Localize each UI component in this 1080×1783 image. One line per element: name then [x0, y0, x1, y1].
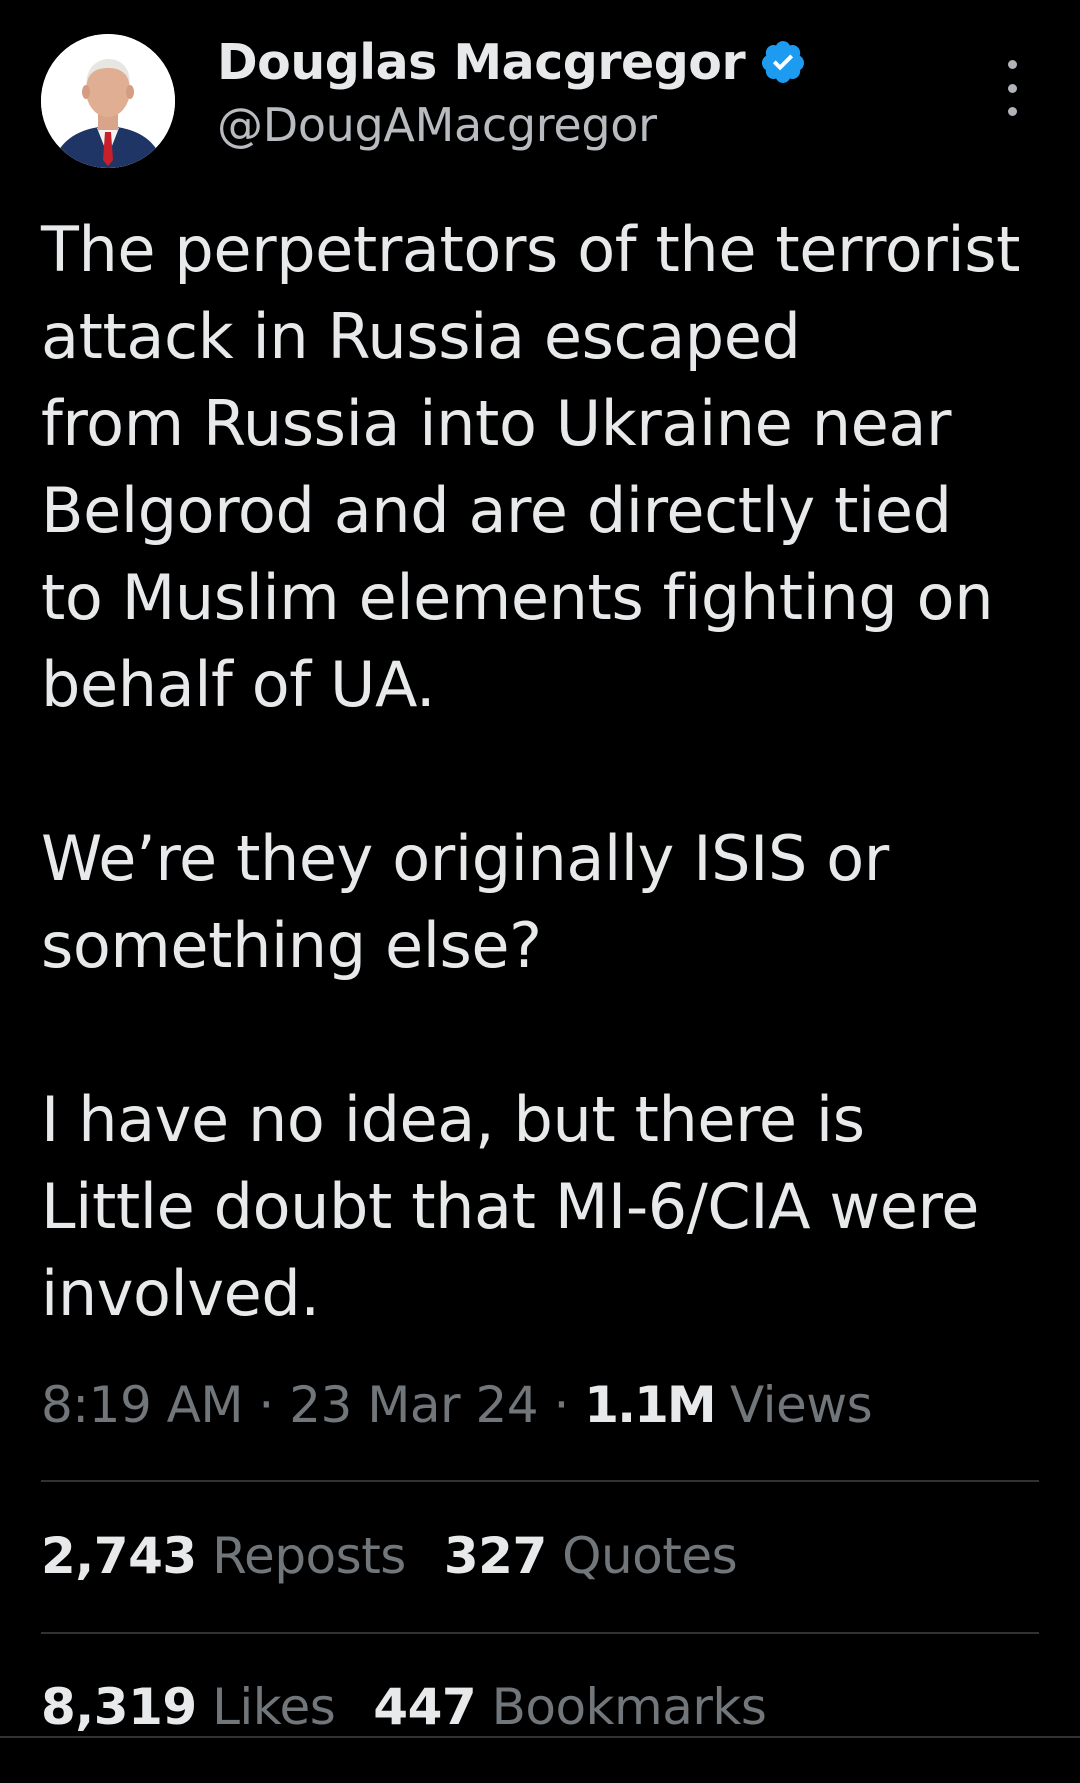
likes-count: 8,319 — [41, 1678, 197, 1736]
meta-separator: · — [243, 1376, 290, 1434]
avatar-image — [41, 34, 175, 168]
author-display-name[interactable]: Douglas Macgregor — [217, 34, 746, 91]
bookmarks-stat[interactable]: 447 Bookmarks — [373, 1678, 767, 1736]
divider — [41, 1632, 1039, 1634]
views-count: 1.1M — [584, 1376, 716, 1434]
bookmarks-count: 447 — [373, 1678, 477, 1736]
quotes-count: 327 — [443, 1527, 547, 1585]
stats-row-reposts-quotes: 2,743 Reposts 327 Quotes — [41, 1527, 738, 1585]
reposts-stat[interactable]: 2,743 Reposts — [41, 1527, 406, 1585]
tweet-header: Douglas Macgregor @DougAMacgregor — [0, 0, 1080, 190]
reposts-count: 2,743 — [41, 1527, 197, 1585]
quotes-stat[interactable]: 327 Quotes — [443, 1527, 738, 1585]
author-name-row[interactable]: Douglas Macgregor — [217, 30, 807, 94]
likes-label: Likes — [212, 1678, 336, 1736]
meta-separator: · — [538, 1376, 585, 1434]
tweet-time[interactable]: 8:19 AM — [41, 1376, 244, 1434]
more-dot-icon — [1007, 83, 1017, 93]
more-dot-icon — [1007, 107, 1017, 116]
tweet-text: The perpetrators of the terrorist attack… — [41, 206, 1041, 1337]
more-dot-icon — [1007, 60, 1017, 69]
verified-badge-icon[interactable] — [759, 38, 807, 86]
views-label: Views — [730, 1376, 873, 1434]
tweet-paragraph: The perpetrators of the terrorist attack… — [41, 213, 1021, 721]
bottom-divider — [0, 1736, 1080, 1738]
tweet-paragraph: We’re they originally ISIS or something … — [41, 822, 889, 982]
avatar[interactable] — [41, 34, 175, 168]
bookmarks-label: Bookmarks — [491, 1678, 767, 1736]
tweet-meta: 8:19 AM · 23 Mar 24 · 1.1M Views — [41, 1376, 873, 1434]
divider — [41, 1480, 1039, 1482]
tweet-date[interactable]: 23 Mar 24 — [289, 1376, 538, 1434]
reposts-label: Reposts — [212, 1527, 406, 1585]
more-options-button[interactable] — [988, 60, 1036, 116]
stats-row-likes-bookmarks: 8,319 Likes 447 Bookmarks — [41, 1678, 767, 1736]
likes-stat[interactable]: 8,319 Likes — [41, 1678, 336, 1736]
author-handle[interactable]: @DougAMacgregor — [217, 98, 657, 152]
tweet-paragraph: I have no idea, but there is Little doub… — [41, 1083, 979, 1330]
quotes-label: Quotes — [562, 1527, 738, 1585]
